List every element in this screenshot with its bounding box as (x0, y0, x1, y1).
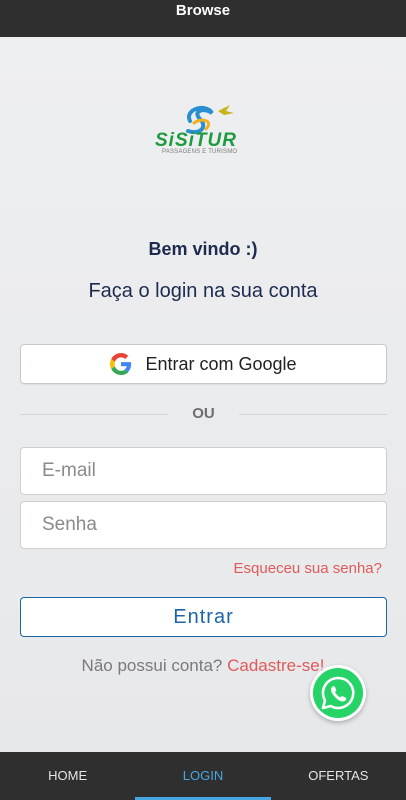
nav-ofertas[interactable]: OFERTAS (271, 752, 406, 800)
whatsapp-icon (313, 668, 363, 718)
logo-mark: SiSiTUR (155, 105, 237, 149)
no-account-text: Não possui conta? (81, 656, 223, 675)
google-button-label: Entrar com Google (145, 353, 297, 374)
password-input[interactable] (20, 501, 387, 549)
google-g-icon (110, 353, 132, 375)
app-title: Browse (175, 2, 231, 19)
divider-line-right (239, 414, 387, 415)
or-divider: OU (20, 404, 387, 426)
top-app-bar: Browse (0, 0, 406, 37)
bottom-navigation: HOME LOGIN OFERTAS (0, 752, 406, 800)
login-title: Faça o login na sua conta (88, 280, 318, 302)
nav-login[interactable]: LOGIN (135, 752, 271, 800)
google-signin-button[interactable]: Entrar com Google (20, 344, 387, 384)
forgot-password-link[interactable]: Esqueceu sua senha? (234, 560, 382, 577)
sisitur-logo: SiSiTUR PASSAGENS E TURISMO (154, 101, 254, 161)
whatsapp-button[interactable] (310, 665, 366, 721)
logo-subtitle: PASSAGENS E TURISMO (162, 149, 238, 155)
login-screen: SiSiTUR PASSAGENS E TURISMO Bem vindo :)… (0, 37, 406, 752)
email-input[interactable] (20, 447, 387, 495)
login-submit-button[interactable]: Entrar (20, 597, 387, 637)
nav-home[interactable]: HOME (0, 752, 135, 800)
logo-wordmark: SiSiTUR (155, 130, 237, 149)
welcome-heading: Bem vindo :) (148, 239, 258, 259)
